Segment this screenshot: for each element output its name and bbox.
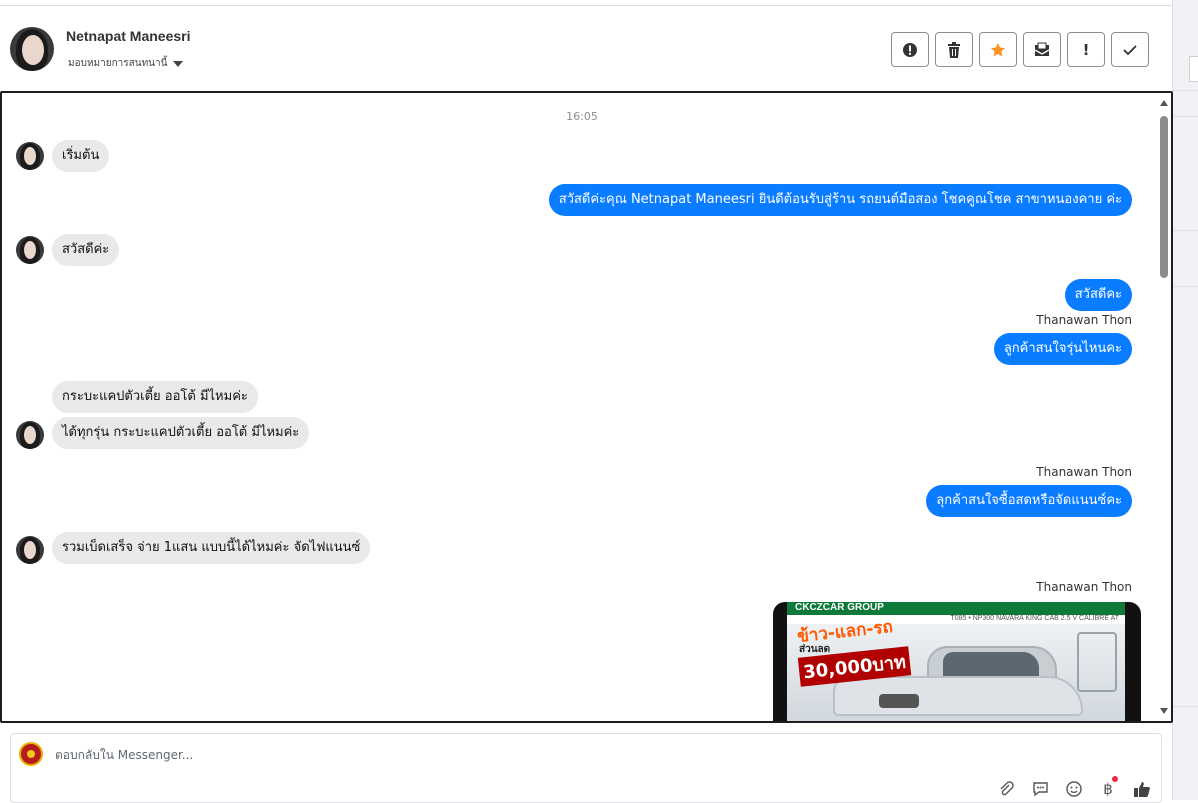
scrollbar-thumb[interactable] <box>1160 116 1168 278</box>
notification-badge <box>1112 776 1118 782</box>
avatar <box>16 536 44 564</box>
scrollbar[interactable] <box>1157 93 1171 721</box>
scroll-up-icon[interactable] <box>1160 100 1168 106</box>
avatar <box>16 236 44 264</box>
star-button[interactable] <box>979 32 1017 67</box>
panel-tab[interactable] <box>1189 56 1198 82</box>
saved-replies-button[interactable] <box>1029 778 1051 800</box>
outgoing-message[interactable]: สวัสดีค่ะคุณ Netnapat Maneesri ยินดีต้อน… <box>548 184 1132 216</box>
composer-tools: ฿ <box>995 776 1153 800</box>
avatar <box>16 421 44 449</box>
mark-unread-button[interactable] <box>1023 32 1061 67</box>
follow-up-button[interactable]: ! <box>1067 32 1105 67</box>
incoming-message[interactable]: ได้ทุกรุ่น กระบะแคปตัวเตี้ย ออโต้ มีไหมค… <box>52 417 310 449</box>
avatar <box>16 142 44 170</box>
envelope-icon <box>1034 42 1050 56</box>
image-attachment[interactable]: CKCZCAR GROUP T085 • NP300 NAVARA KING C… <box>773 602 1141 721</box>
chevron-down-icon <box>173 60 184 67</box>
contact-name[interactable]: Netnapat Maneesri <box>66 28 190 44</box>
panel-divider <box>1173 90 1198 91</box>
page-avatar <box>19 742 43 766</box>
outgoing-message[interactable]: ลูกค้าสนใจรุ่นไหนคะ <box>993 333 1132 365</box>
panel-divider <box>1173 230 1198 231</box>
trash-icon <box>948 41 960 58</box>
alert-circle-icon <box>903 42 917 57</box>
payment-button[interactable]: ฿ <box>1097 776 1119 800</box>
sender-name: Thanawan Thon <box>1036 580 1132 594</box>
spam-button[interactable] <box>891 32 929 67</box>
incoming-message[interactable]: กระบะแคปตัวเตี้ย ออโต้ มีไหมค่ะ <box>52 381 258 413</box>
incoming-message[interactable]: สวัสดีค่ะ <box>52 234 120 266</box>
like-button[interactable] <box>1131 778 1153 800</box>
thumbs-up-icon <box>1134 782 1150 797</box>
panel-divider <box>1173 116 1198 117</box>
exclamation-icon: ! <box>1082 40 1090 59</box>
incoming-message[interactable]: เริ่มต้น <box>52 140 110 172</box>
panel-divider <box>1173 286 1198 287</box>
emoji-icon <box>1066 781 1082 797</box>
car-advert-image: CKCZCAR GROUP T085 • NP300 NAVARA KING C… <box>787 602 1125 721</box>
right-side-panel <box>1172 0 1198 800</box>
assign-conversation-dropdown[interactable]: มอบหมายการสนทนานี้ <box>68 56 184 71</box>
outgoing-message[interactable]: ลุกค้าสนใจซื้อสดหรือจัดแนนซ์คะ <box>926 485 1132 517</box>
done-button[interactable] <box>1111 32 1149 67</box>
incoming-message[interactable]: รวมเบ็ดเสร็จ จ่าย 1แสน แบบนี้ได้ไหมค่ะ จ… <box>52 532 371 564</box>
star-icon <box>991 42 1005 56</box>
delete-button[interactable] <box>935 32 973 67</box>
check-icon <box>1123 44 1137 55</box>
sender-name: Thanawan Thon <box>1036 313 1132 327</box>
scroll-down-icon[interactable] <box>1160 708 1168 714</box>
reply-composer: ฿ <box>10 733 1162 803</box>
header-actions: ! <box>891 32 1149 67</box>
panel-divider <box>1173 706 1198 707</box>
paperclip-icon <box>1000 781 1014 796</box>
message-timestamp: 16:05 <box>566 110 598 123</box>
emoji-button[interactable] <box>1063 778 1085 800</box>
baht-icon: ฿ <box>1103 780 1113 798</box>
avatar-face <box>22 35 44 65</box>
image-model-text: T085 • NP300 NAVARA KING CAB 2.5 V CALIB… <box>950 615 1119 622</box>
outgoing-message[interactable]: สวัสดีคะ <box>1064 279 1132 311</box>
avatar[interactable] <box>10 27 54 71</box>
sender-name: Thanawan Thon <box>1036 465 1132 479</box>
assign-label: มอบหมายการสนทนานี้ <box>68 58 168 69</box>
reply-input[interactable] <box>55 748 955 762</box>
image-banner-text: CKCZCAR GROUP <box>795 602 884 613</box>
message-thread[interactable]: 16:05 เริ่มต้น สวัสดีค่ะคุณ Netnapat Man… <box>0 91 1173 723</box>
conversation-header: Netnapat Maneesri มอบหมายการสนทนานี้ ! <box>0 6 1172 90</box>
attach-button[interactable] <box>995 778 1017 800</box>
chat-icon <box>1032 782 1048 797</box>
